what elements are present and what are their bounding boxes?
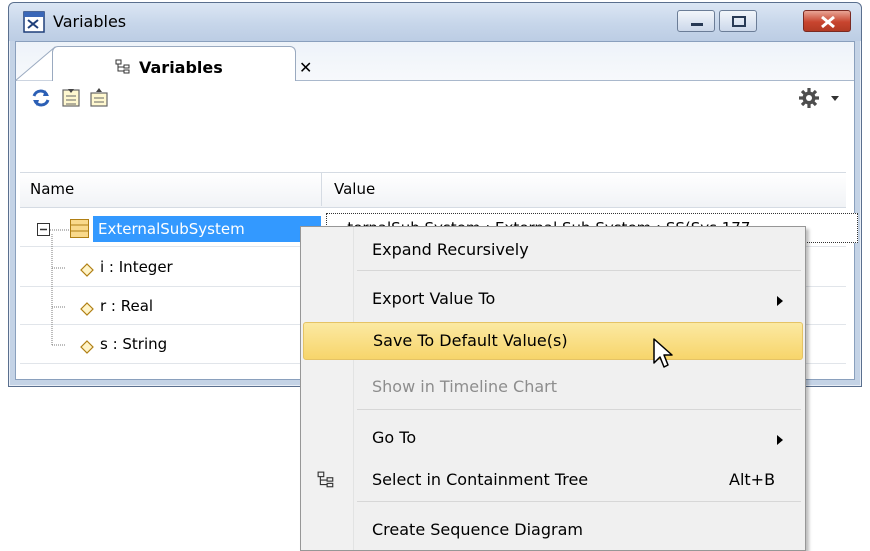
refresh-icon[interactable] — [30, 87, 52, 109]
menu-separator — [357, 270, 801, 271]
tab-strip: Variables ✕ — [15, 42, 854, 81]
menu-item-select-in-containment-tree[interactable]: Select in Containment Tree Alt+B — [303, 461, 803, 499]
property-icon — [80, 263, 94, 277]
menu-item-go-to[interactable]: Go To — [303, 419, 803, 457]
maximize-button[interactable] — [719, 10, 757, 32]
mouse-pointer-icon — [653, 338, 673, 368]
column-header-value[interactable]: Value — [334, 180, 375, 198]
menu-item-export-value-to[interactable]: Export Value To — [303, 280, 803, 318]
variables-window-icon — [23, 11, 45, 33]
row-name-r: r : Real — [100, 297, 154, 315]
menu-item-label: Export Value To — [372, 289, 496, 308]
tab-variables[interactable]: Variables ✕ — [52, 46, 312, 81]
menu-item-label: Go To — [372, 428, 417, 447]
close-icon — [821, 15, 835, 29]
row-name-s: s : String — [100, 335, 168, 353]
row-name-i: i : Integer — [100, 258, 173, 276]
column-divider[interactable] — [321, 172, 322, 206]
submenu-arrow-icon — [777, 296, 783, 306]
menu-separator — [357, 501, 801, 502]
menu-item-label: Show in Timeline Chart — [372, 377, 558, 396]
gear-icon[interactable] — [798, 87, 820, 109]
row-name-externalsubsystem: ExternalSubSystem — [98, 220, 245, 238]
minimize-icon — [691, 23, 703, 26]
block-icon — [70, 219, 89, 238]
menu-item-label: Expand Recursively — [372, 240, 529, 259]
menu-item-label: Select in Containment Tree — [372, 470, 589, 489]
collapse-all-icon[interactable] — [88, 87, 110, 109]
expand-all-icon[interactable] — [60, 87, 82, 109]
window-title: Variables — [53, 12, 127, 31]
property-icon — [80, 302, 94, 316]
chevron-down-icon[interactable] — [830, 95, 840, 103]
tab-label: Variables — [139, 58, 223, 77]
menu-item-label: Save To Default Value(s) — [373, 331, 568, 350]
menu-item-create-sequence-diagram[interactable]: Create Sequence Diagram — [303, 511, 803, 549]
menu-item-label: Create Sequence Diagram — [372, 520, 583, 539]
menu-item-save-to-default-values[interactable]: Save To Default Value(s) — [303, 322, 803, 360]
close-window-button[interactable] — [803, 10, 851, 32]
tree-icon — [115, 59, 130, 74]
menu-separator — [357, 409, 801, 410]
menu-item-shortcut: Alt+B — [729, 470, 776, 489]
table-header — [20, 172, 846, 208]
minimize-button[interactable] — [677, 10, 715, 32]
maximize-icon — [732, 16, 746, 27]
toolbar — [16, 81, 854, 115]
tree-connector — [50, 229, 70, 231]
title-bar[interactable]: Variables — [9, 3, 861, 41]
collapse-toggle-icon[interactable] — [37, 223, 51, 237]
submenu-arrow-icon — [777, 435, 783, 445]
menu-item-expand-recursively[interactable]: Expand Recursively — [303, 231, 803, 269]
menu-item-show-in-timeline-chart: Show in Timeline Chart — [303, 368, 803, 406]
property-icon — [80, 340, 94, 354]
column-header-name[interactable]: Name — [30, 180, 74, 198]
context-menu: Expand Recursively Export Value To Save … — [300, 226, 806, 551]
tab-close-icon[interactable]: ✕ — [299, 58, 312, 77]
containment-tree-icon — [317, 471, 334, 488]
